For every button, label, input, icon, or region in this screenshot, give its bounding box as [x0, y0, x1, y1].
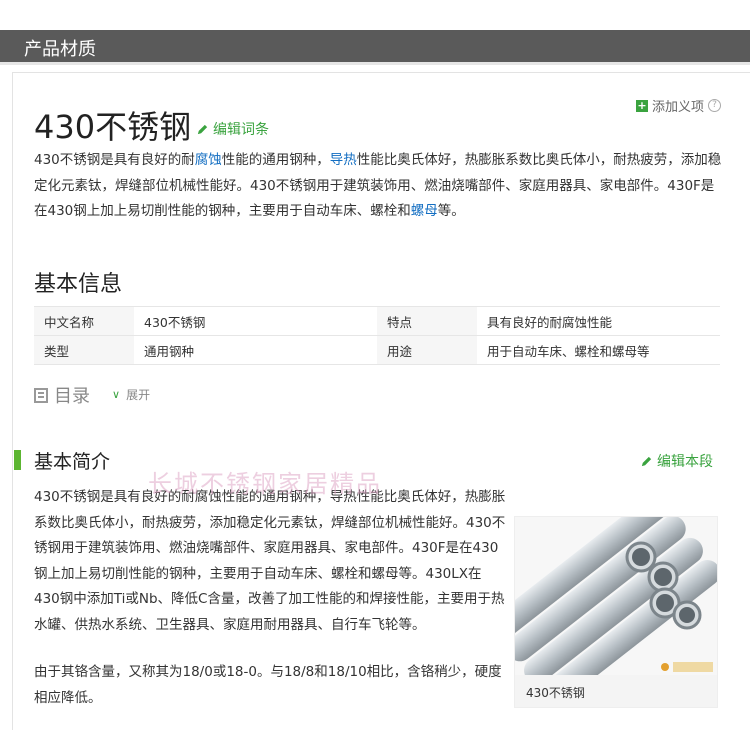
basic-info-table: 中文名称 430不锈钢 特点 具有良好的耐腐蚀性能 类型 通用钢种 用途 用于自…	[34, 306, 720, 365]
edit-entry-button[interactable]: 编辑词条	[196, 119, 269, 139]
pencil-icon	[197, 124, 208, 134]
chevron-down-icon: ∨	[112, 388, 121, 401]
info-key: 特点	[377, 306, 477, 336]
edit-entry-label: 编辑词条	[213, 122, 269, 138]
info-value: 通用钢种	[134, 335, 377, 365]
toc-title: 目录	[34, 382, 90, 408]
info-value: 具有良好的耐腐蚀性能	[477, 306, 720, 336]
image-caption: 430不锈钢	[526, 686, 585, 700]
pencil-icon	[641, 456, 652, 466]
link-nut[interactable]: 螺母	[411, 203, 438, 219]
info-key: 中文名称	[34, 306, 134, 336]
info-value: 430不锈钢	[134, 306, 377, 336]
steel-pipes-image	[515, 517, 717, 675]
table-row: 中文名称 430不锈钢 特点 具有良好的耐腐蚀性能	[34, 306, 720, 336]
summary-heading: 基本简介	[34, 451, 111, 473]
edit-section-label: 编辑本段	[657, 454, 713, 470]
add-entry-label: 添加义项	[652, 100, 705, 115]
link-corrosion[interactable]: 腐蚀	[195, 152, 222, 168]
intro-paragraph: 430不锈钢是具有良好的耐腐蚀性能的通用钢种，导热性能比奥氏体好，热膨胀系数比奥…	[34, 152, 722, 219]
info-value: 用于自动车床、螺栓和螺母等	[477, 335, 720, 365]
watermark: 长城不锈钢家居精品	[148, 470, 382, 498]
list-icon	[34, 387, 48, 403]
page-title: 430不锈钢	[34, 108, 192, 146]
edit-section-button[interactable]: 编辑本段	[640, 451, 713, 471]
toc-expand-label: 展开	[126, 388, 151, 402]
help-icon[interactable]: ?	[708, 99, 722, 112]
table-row: 类型 通用钢种 用途 用于自动车床、螺栓和螺母等	[34, 335, 720, 365]
section-marker	[14, 450, 21, 470]
section-header-title: 产品材质	[24, 39, 96, 60]
summary-paragraph-2: 由于其铬含量，又称其为18/0或18-0。与18/8和18/10相比，含铬稍少，…	[34, 664, 502, 706]
toc-expand-button[interactable]: ∨ 展开	[112, 386, 150, 403]
info-key: 类型	[34, 335, 134, 365]
toc-label: 目录	[54, 386, 90, 407]
link-thermal[interactable]: 导热	[330, 152, 357, 168]
section-header-bar: 产品材质	[0, 30, 750, 65]
add-entry-button[interactable]: + 添加义项 ?	[636, 96, 722, 115]
basic-info-heading: 基本信息	[34, 272, 123, 297]
plus-icon: +	[636, 98, 648, 112]
info-key: 用途	[377, 335, 477, 365]
product-image-box[interactable]: 430不锈钢	[514, 516, 718, 708]
